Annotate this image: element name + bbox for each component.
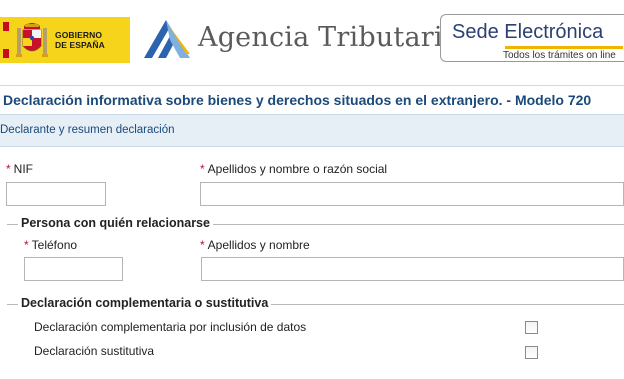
- spain-coat-of-arms-icon: [16, 23, 48, 57]
- phone-input[interactable]: [24, 257, 123, 281]
- page-title: Declaración informativa sobre bienes y d…: [3, 92, 592, 108]
- phone-label: * Teléfono: [24, 238, 77, 252]
- sede-subtitle: Todos los trámites on line: [503, 50, 616, 61]
- substitutive-checkbox[interactable]: [525, 346, 538, 359]
- declarant-name-label: * Apellidos y nombre o razón social: [200, 162, 387, 176]
- sede-title: Sede Electrónica: [452, 21, 603, 44]
- gobierno-de-espana-logo[interactable]: GOBIERNO DE ESPAÑA: [0, 17, 130, 63]
- nif-input[interactable]: [6, 182, 106, 206]
- complementary-option-label: Declaración complementaria por inclusión…: [34, 320, 307, 334]
- sede-accent-bar: [505, 46, 623, 49]
- substitutive-option-label: Declaración sustitutiva: [34, 344, 155, 358]
- required-mark: *: [200, 238, 205, 252]
- declarant-name-label-text: Apellidos y nombre o razón social: [207, 162, 388, 176]
- contact-name-input[interactable]: [201, 257, 624, 281]
- required-mark: *: [200, 162, 205, 176]
- required-mark: *: [6, 162, 11, 176]
- complementary-checkbox[interactable]: [525, 321, 538, 334]
- agency-name[interactable]: Agencia Tributaria: [198, 22, 459, 53]
- aeat-logo-icon[interactable]: [140, 18, 192, 62]
- site-header: GOBIERNO DE ESPAÑA Agencia Tributaria Se…: [0, 0, 624, 86]
- complementary-legend: Declaración complementaria o sustitutiva: [18, 296, 272, 310]
- contact-name-label-text: Apellidos y nombre: [207, 238, 310, 252]
- spain-flag-strip: [3, 22, 9, 58]
- gov-text-line2: DE ESPAÑA: [55, 40, 105, 50]
- phone-label-text: Teléfono: [31, 238, 78, 252]
- section-header: Declarante y resumen declaración: [0, 114, 624, 147]
- required-mark: *: [24, 238, 29, 252]
- gov-text: GOBIERNO DE ESPAÑA: [55, 30, 105, 50]
- gov-text-line1: GOBIERNO: [55, 30, 103, 40]
- sede-electronica-link[interactable]: Sede Electrónica Todos los trámites on l…: [440, 14, 624, 62]
- section-title: Declarante y resumen declaración: [0, 124, 175, 136]
- contact-person-legend: Persona con quién relacionarse: [18, 216, 213, 230]
- sede-word: Sede: [452, 21, 499, 43]
- electronica-word: Electrónica: [504, 21, 604, 43]
- nif-label: * NIF: [6, 162, 33, 176]
- contact-name-label: * Apellidos y nombre: [200, 238, 310, 252]
- declarant-name-input[interactable]: [200, 182, 624, 206]
- complementary-fieldset: Declaración complementaria o sustitutiva: [7, 296, 624, 379]
- nif-label-text: NIF: [13, 162, 34, 176]
- header-divider: [0, 85, 624, 86]
